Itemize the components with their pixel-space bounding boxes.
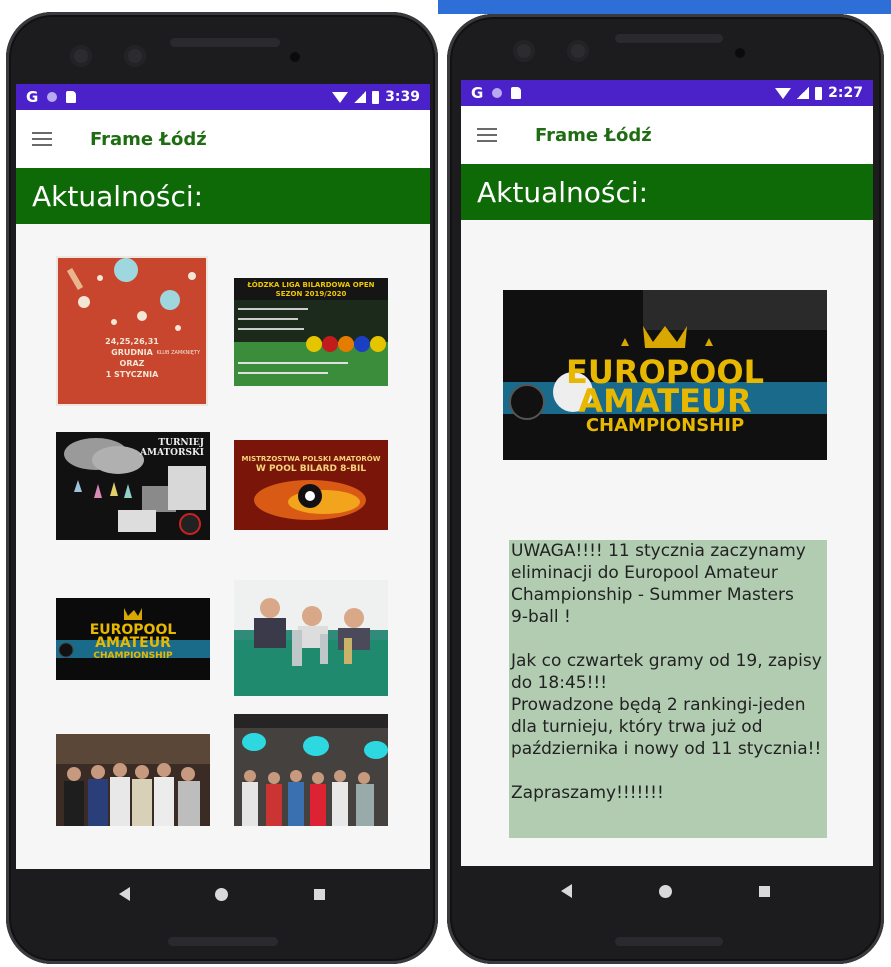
phone-frame-right: G 2:27 Frame Łódź Aktualności: EUROPOOL … [447,14,884,964]
system-nav-bar [6,869,438,919]
news-thumb-christmas[interactable]: 24,25,26,31 GRUDNIA ORAZ 1 STYCZNIA KLUB… [56,256,208,406]
back-icon[interactable] [560,884,572,898]
front-camera [70,45,92,67]
poster-text: ORAZ [119,359,145,368]
news-thumb-mistrzostwa[interactable]: MISTRZOSTWA POLSKI AMATORÓW W POOL BILAR… [234,440,388,530]
notification-dot-icon [492,88,503,98]
home-icon[interactable] [215,887,229,901]
google-icon: G [26,88,39,106]
poster-text: TURNIEJ [158,438,204,448]
poster-text: CHAMPIONSHIP [93,651,173,661]
recents-icon[interactable] [759,885,771,897]
phone-frame-left: G 3:39 Frame Łódź Aktualności: 24,25,26,… [6,12,438,964]
home-icon[interactable] [658,884,672,898]
google-icon: G [471,84,484,102]
background-edge [438,0,891,14]
news-thumb-liga[interactable]: ŁÓDZKA LIGA BILARDOWA OPEN SEZON 2019/20… [234,278,388,386]
news-paragraph: Zapraszamy!!!!!!! [511,783,664,803]
section-heading: Aktualności: [16,168,430,224]
system-nav-bar [447,866,884,916]
news-thumb-group-photo-2[interactable] [234,714,388,826]
status-bar: G 2:27 [461,80,873,106]
app-screen: G 2:27 Frame Łódź Aktualności: EUROPOOL … [461,80,873,866]
app-toolbar: Frame Łódź [461,106,873,164]
menu-icon[interactable] [32,132,52,146]
poster-text: ŁÓDZKA LIGA BILARDOWA OPEN [247,281,375,289]
battery-icon [372,90,380,104]
news-hero-image[interactable]: EUROPOOL AMATEUR CHAMPIONSHIP [503,290,827,460]
front-camera [567,40,589,62]
battery-icon [815,86,823,100]
poster-text: KLUB ZAMKNIĘTY [156,350,200,356]
front-camera [513,40,535,62]
wifi-icon [775,87,792,99]
sd-card-icon [66,91,77,103]
earpiece-speaker [170,38,280,47]
wifi-icon [332,91,349,103]
hero-text: CHAMPIONSHIP [585,415,745,436]
recents-icon[interactable] [314,888,326,900]
news-thumb-europool[interactable]: EUROPOOL AMATEUR CHAMPIONSHIP [56,598,210,680]
notification-dot-icon [47,92,58,102]
news-thumb-trophies[interactable] [234,580,388,696]
poster-text: AMATORSKI [140,448,204,458]
sd-card-icon [511,87,522,99]
back-icon[interactable] [118,887,130,901]
cellular-icon [797,87,810,99]
earpiece-speaker [615,34,723,43]
proximity-sensor [735,48,745,58]
poster-text: MISTRZOSTWA POLSKI AMATORÓW [241,455,381,463]
status-time: 2:27 [828,85,863,101]
phone-top-bezel [6,12,438,92]
bottom-speaker [615,937,723,946]
poster-text: SEZON 2019/2020 [275,290,347,298]
app-toolbar: Frame Łódź [16,110,430,168]
poster-text: 1 STYCZNIA [105,370,159,379]
app-screen: G 3:39 Frame Łódź Aktualności: 24,25,26,… [16,84,430,869]
news-paragraph: UWAGA!!!! 11 stycznia zaczynamy eliminac… [511,541,806,627]
poster-text: W POOL BILARD 8-BIL [255,464,367,474]
section-heading: Aktualności: [461,164,873,220]
menu-icon[interactable] [477,128,497,142]
poster-text: 24,25,26,31 [105,337,159,346]
news-body: UWAGA!!!! 11 stycznia zaczynamy eliminac… [509,540,827,838]
proximity-sensor [290,52,300,62]
cellular-icon [354,91,367,103]
hero-text: AMATEUR [578,382,752,420]
status-time: 3:39 [385,89,420,105]
front-camera [124,45,146,67]
poster-text: AMATEUR [95,635,171,651]
bottom-speaker [168,937,278,946]
status-bar: G 3:39 [16,84,430,110]
app-title: Frame Łódź [535,124,652,146]
app-title: Frame Łódź [90,128,207,150]
news-thumb-turniej[interactable]: TURNIEJ AMATORSKI [56,432,210,540]
news-paragraph: Jak co czwartek gramy od 19, zapisy do 1… [511,651,822,759]
news-thumb-group-photo-1[interactable] [56,734,210,826]
